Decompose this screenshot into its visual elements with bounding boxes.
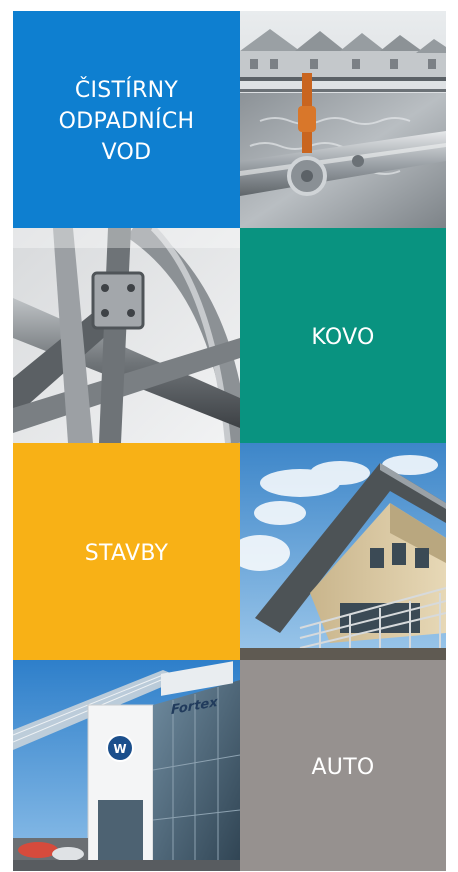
category-label-line: VOD [101,140,152,165]
wastewater-treatment-photo[interactable] [240,11,446,228]
category-label-line: KOVO [311,325,375,350]
category-label-auto: AUTO [311,748,374,783]
category-label-line: AUTO [311,755,375,780]
category-label-line: ODPADNÍCH [58,109,195,134]
category-tile-cistirny[interactable]: ČISTÍRNY ODPADNÍCH VOD [13,11,240,228]
car-dealer-image: W Fortex [13,660,240,871]
wastewater-image [240,11,446,228]
car-dealership-photo[interactable]: W Fortex [13,660,240,871]
category-grid: ČISTÍRNY ODPADNÍCH VOD KOVO STAVBY W For… [13,11,446,871]
category-label-line: STAVBY [84,541,169,566]
category-label-cistirny: ČISTÍRNY ODPADNÍCH VOD [59,71,195,168]
category-label-line: ČISTÍRNY [74,78,179,103]
steel-structure-photo[interactable] [13,228,240,443]
metal-image [13,228,240,443]
category-label-stavby: STAVBY [85,534,169,569]
category-tile-kovo[interactable]: KOVO [240,228,446,443]
category-label-kovo: KOVO [311,318,374,353]
category-tile-stavby[interactable]: STAVBY [13,443,240,660]
svg-text:W: W [113,742,126,756]
building-facade-photo[interactable] [240,443,446,660]
category-tile-auto[interactable]: AUTO [240,660,446,871]
building-image [240,443,446,660]
